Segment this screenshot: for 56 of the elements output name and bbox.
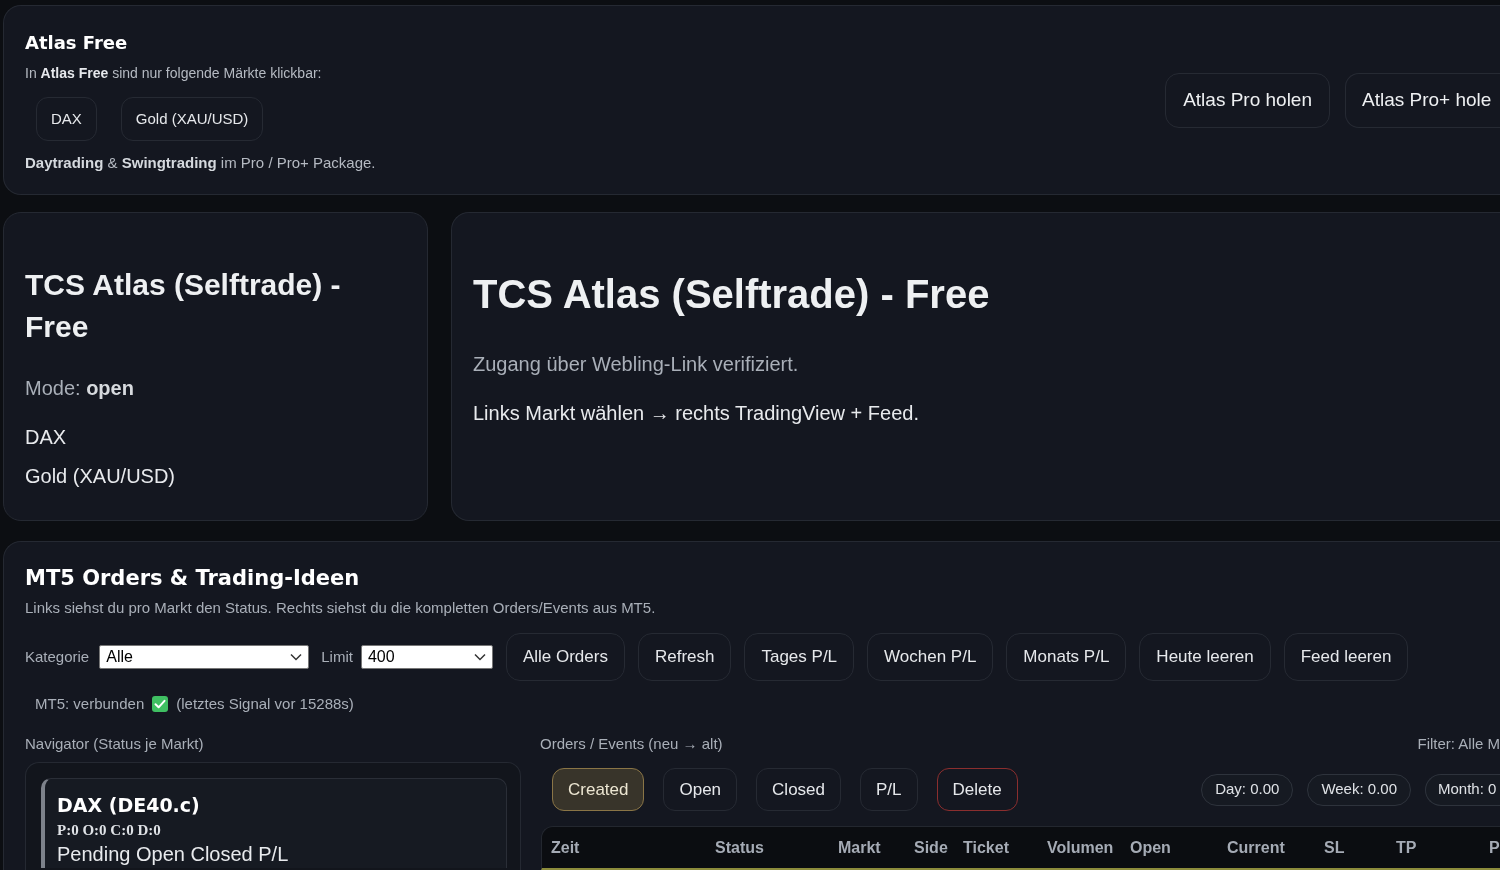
total-pill: Week: 0.00 — [1307, 773, 1411, 806]
column-header: Ticket — [963, 837, 1009, 858]
plan-title: Atlas Free — [25, 31, 128, 55]
column-header: Current — [1227, 837, 1285, 858]
dropdown-field[interactable]: 400 — [360, 645, 493, 669]
column-header: SL — [1324, 837, 1345, 858]
filter-label: Limit — [321, 647, 353, 667]
column-header: Side — [914, 837, 948, 858]
plan-intro: In Atlas Free sind nur folgende Märkte klickbar: — [25, 64, 322, 83]
action-button[interactable]: Feed leeren — [1283, 633, 1409, 681]
chevron-down-icon — [290, 653, 303, 661]
filter-text: Filter: Alle M — [1417, 734, 1500, 754]
action-button[interactable]: Tages P/L — [744, 633, 855, 681]
connection-status-text: MT5: verbunden — [35, 694, 145, 714]
column-header: Markt — [838, 837, 881, 858]
signal-age-text: (letztes Signal vor 15288s) — [176, 694, 354, 714]
market-chip[interactable]: Gold (XAU/USD) — [120, 97, 264, 141]
column-header: Open — [1130, 837, 1171, 858]
column-header: Volumen — [1047, 837, 1114, 858]
column-header: P — [1489, 837, 1500, 858]
dropdown-field[interactable]: Alle — [99, 645, 310, 669]
action-button[interactable]: Wochen P/L — [867, 633, 994, 681]
navigator-label: Navigator (Status je Markt) — [25, 734, 204, 754]
column-header: Status — [715, 837, 764, 858]
filter-tab[interactable]: Open — [663, 768, 738, 811]
filter-tab[interactable]: P/L — [860, 768, 918, 811]
filter-label: Kategorie — [25, 647, 90, 667]
upgrade-button[interactable]: Atlas Pro holen — [1165, 72, 1330, 128]
column-header: Zeit — [551, 837, 580, 858]
upgrade-button[interactable]: Atlas Pro+ hole — [1345, 72, 1500, 128]
upgrade-note: Daytrading & Swingtrading im Pro / Pro+ Package. — [25, 153, 376, 173]
market-item[interactable]: DAX — [25, 423, 67, 451]
chevron-down-icon — [473, 653, 486, 661]
filter-tab[interactable]: Delete — [936, 768, 1018, 811]
filter-tab[interactable]: Closed — [756, 768, 841, 811]
orders-title: MT5 Orders & Trading-Ideen — [25, 566, 360, 590]
action-button[interactable]: Refresh — [637, 633, 732, 681]
market-name: DAX (DE40.c) — [57, 793, 200, 818]
main-title: TCS Atlas (Selftrade) - Free — [473, 271, 990, 317]
market-counts: P:0 O:0 C:0 D:0 — [57, 821, 161, 840]
action-button[interactable]: Monats P/L — [1006, 633, 1127, 681]
access-status-text: Zugang über Webling-Link verifiziert. — [473, 352, 799, 377]
orders-subtitle: Links siehst du pro Markt den Status. Rechts siehst du die kompletten Orders/Events aus MT5. — [25, 598, 656, 618]
action-button[interactable]: Heute leeren — [1139, 633, 1271, 681]
column-header: TP — [1396, 837, 1417, 858]
total-pill: Day: 0.00 — [1201, 773, 1294, 806]
market-card[interactable]: DAX (DE40.c) P:0 O:0 C:0 D:0 Pending Open Closed P/L — [41, 778, 507, 868]
mode-text: Mode: open — [25, 376, 134, 401]
sidebar-title: TCS Atlas (Selftrade) - Free — [25, 267, 342, 345]
feed-label: Orders / Events (neu → alt) — [540, 734, 723, 754]
market-legend: Pending Open Closed P/L — [57, 840, 289, 868]
hint-text: Links Markt wählen → rechts TradingView + Feed. — [473, 401, 919, 426]
market-chip[interactable]: DAX — [36, 97, 97, 141]
action-button[interactable]: Alle Orders — [505, 633, 625, 681]
market-item[interactable]: Gold (XAU/USD) — [25, 462, 176, 490]
total-pill: Month: 0 — [1425, 773, 1500, 806]
